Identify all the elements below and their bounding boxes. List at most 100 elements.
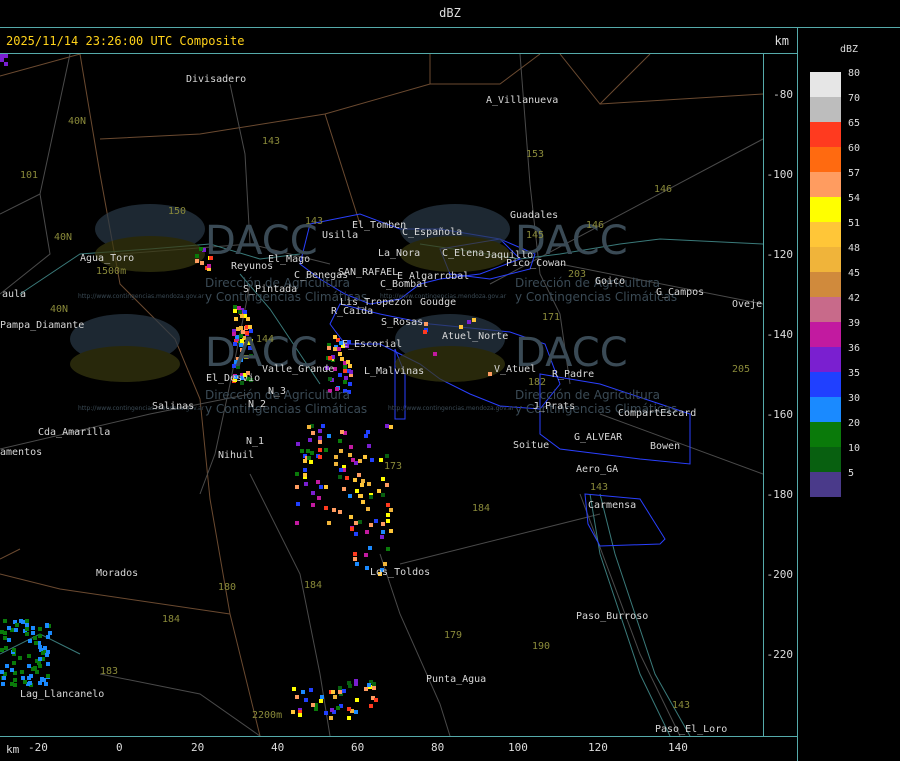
x-tick: 40 (271, 741, 285, 754)
echo-cell (300, 449, 304, 453)
echo-cell (338, 352, 342, 356)
place-label: Ovejero (732, 299, 763, 310)
echo-cell (38, 657, 42, 661)
echo-cell (296, 502, 300, 506)
route-label: 184 (162, 614, 181, 625)
echo-cell (369, 704, 373, 708)
x-tick: -20 (28, 741, 48, 754)
echo-cell (48, 631, 52, 635)
route-label: 143 (590, 482, 609, 493)
y-tick: -140 (766, 328, 794, 341)
legend-swatch (810, 222, 841, 247)
echo-cell (38, 645, 42, 649)
legend-label: 80 (848, 68, 861, 79)
legend-label: 36 (848, 343, 861, 354)
echo-cell (333, 695, 337, 699)
echo-cell (338, 510, 342, 514)
echo-cell (46, 662, 50, 666)
echo-cell (350, 527, 354, 531)
echo-cell (348, 364, 352, 368)
echo-cell (38, 627, 42, 631)
timestamp-label: 2025/11/14 23:26:00 UTC Composite (6, 34, 245, 48)
echo-cell (27, 664, 31, 668)
echo-cell (363, 455, 367, 459)
echo-cell (329, 716, 333, 720)
echo-cell (0, 670, 4, 674)
place-label: S_Pintada (243, 284, 298, 295)
echo-cell (344, 376, 348, 380)
echo-cell (307, 425, 311, 429)
place-label: V_Atuel (494, 364, 537, 375)
place-label: El_Desvio (206, 373, 261, 384)
echo-cell (18, 656, 22, 660)
place-label: Carmensa (588, 500, 637, 511)
legend-swatch (810, 447, 841, 472)
echo-cell (334, 455, 338, 459)
echo-cell (38, 681, 42, 685)
echo-cell (243, 310, 247, 314)
y-tick: -200 (766, 568, 794, 581)
echo-cell (295, 485, 299, 489)
echo-cell (339, 449, 343, 453)
echo-cell (366, 507, 370, 511)
echo-cell (389, 508, 393, 512)
window-title: dBZ (439, 6, 461, 20)
km-unit-label: km (774, 34, 789, 48)
echo-cell (324, 448, 328, 452)
place-label: C_Española (402, 227, 463, 238)
route-label: 143 (305, 216, 324, 227)
echo-cell (14, 628, 18, 632)
echo-cell (15, 623, 19, 627)
echo-cell (327, 521, 331, 525)
legend-swatch (810, 472, 841, 497)
place-label: CompartEscard (618, 408, 697, 419)
echo-cell (339, 468, 343, 472)
echo-cell (43, 646, 47, 650)
y-tick: -100 (766, 168, 794, 181)
place-label: Guadales (510, 210, 559, 221)
place-label: Valle_Grande (262, 364, 335, 375)
place-label: Goico (595, 276, 626, 287)
echo-cell (318, 455, 322, 459)
place-label: N_2 (248, 399, 267, 410)
place-label: Cda_Amarilla (38, 427, 111, 438)
legend-swatch (810, 122, 841, 147)
echo-cell (389, 425, 393, 429)
echo-cell (386, 503, 390, 507)
place-label: Paso_Burroso (576, 611, 649, 622)
echo-cell (318, 440, 322, 444)
place-label: Aero_GA (576, 464, 619, 475)
echo-cell (31, 667, 35, 671)
legend-swatch (810, 72, 841, 97)
route-label: 146 (586, 220, 605, 231)
echo-cell (385, 454, 389, 458)
route-label: 40N (50, 304, 69, 315)
echo-cell (369, 495, 373, 499)
place-label: A_Villanueva (486, 95, 559, 106)
echo-cell (31, 626, 35, 630)
place-label: Bowen (650, 441, 681, 452)
echo-cell (370, 458, 374, 462)
bottom-km-axis: km -20 0 20 40 60 80 100 120 140 (0, 736, 797, 761)
echo-cell (238, 310, 242, 314)
legend-swatch (810, 272, 841, 297)
place-label: Reyunos (231, 261, 274, 272)
echo-cell (361, 500, 365, 504)
echo-cell (31, 631, 35, 635)
route-label: 173 (384, 461, 403, 472)
place-label: Lag_Llancanelo (20, 689, 105, 700)
echo-cell (34, 641, 38, 645)
route-label: 101 (20, 170, 39, 181)
echo-cell (338, 475, 342, 479)
echo-cell (338, 439, 342, 443)
echo-cell (338, 373, 342, 377)
echo-cell (319, 485, 323, 489)
echo-cell (360, 483, 364, 487)
echo-cell (248, 325, 252, 329)
watermark-url: http://www.contingencias.mendoza.gov.ar (388, 405, 515, 412)
echo-cell (343, 380, 347, 384)
echo-cell (348, 494, 352, 498)
echo-cell (357, 473, 361, 477)
legend-panel: dBZ 80 70 65 60 57 54 51 48 45 42 39 36 35 30 20 10 5 (797, 28, 900, 761)
radar-map[interactable]: DACC Dirección de Agricultura y Continge… (0, 54, 763, 736)
